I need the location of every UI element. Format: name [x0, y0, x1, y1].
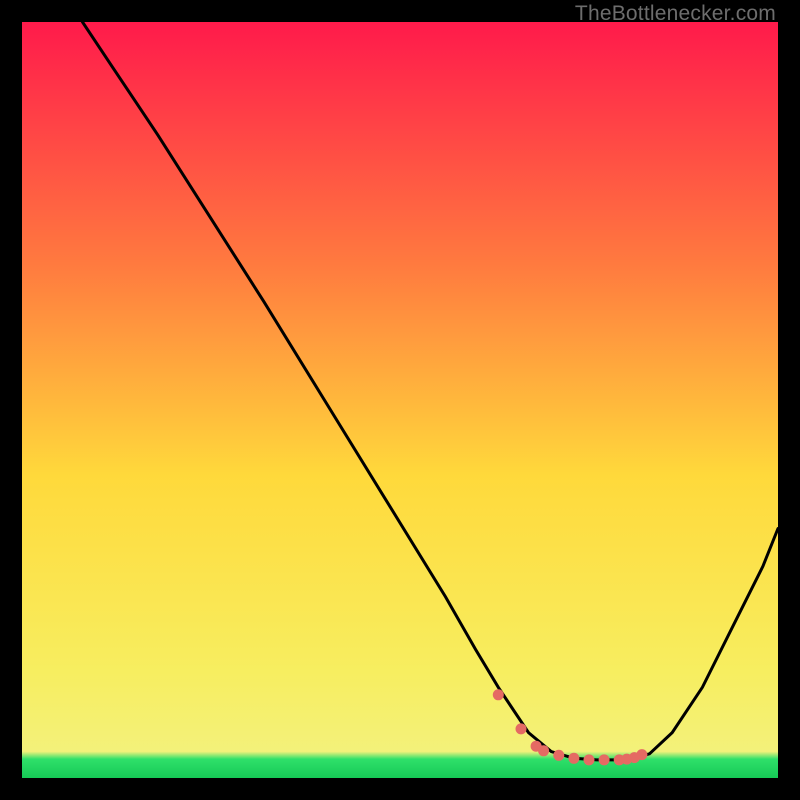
chart-background [22, 22, 778, 778]
marker-point [584, 754, 595, 765]
marker-point [553, 750, 564, 761]
chart-svg [22, 22, 778, 778]
marker-point [516, 723, 527, 734]
chart-frame [22, 22, 778, 778]
marker-point [599, 754, 610, 765]
marker-point [538, 745, 549, 756]
marker-point [568, 753, 579, 764]
watermark-text: TheBottlenecker.com [575, 2, 776, 26]
marker-point [636, 749, 647, 760]
marker-point [493, 689, 504, 700]
